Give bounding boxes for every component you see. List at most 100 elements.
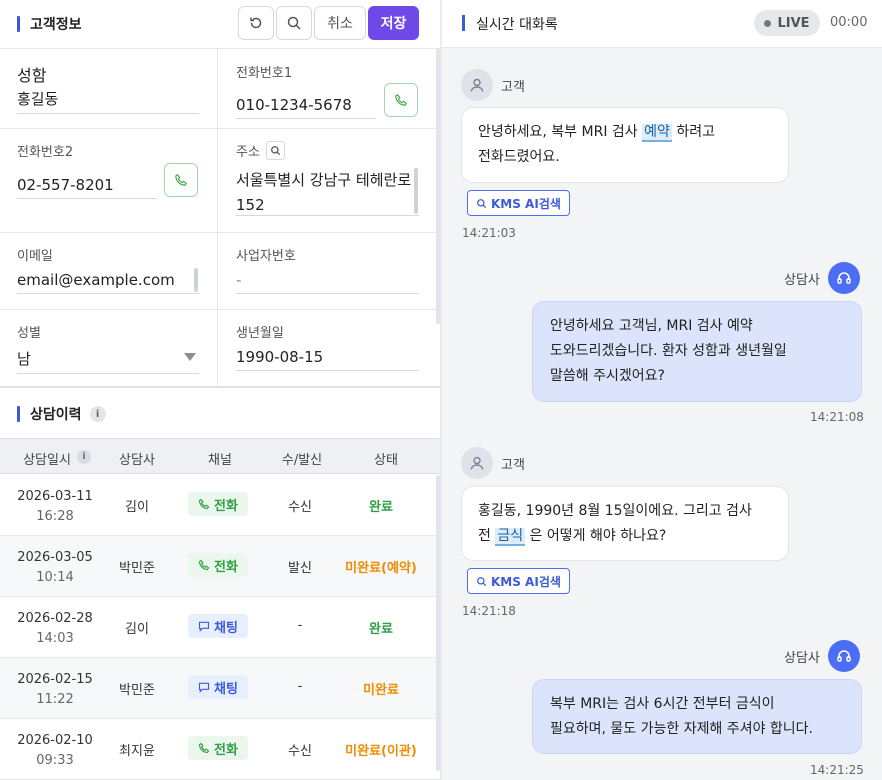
customer-sender: 고객 xyxy=(461,69,525,101)
agent-message: 안녕하세요 고객님, MRI 검사 예약 도와드리겠습니다. 환자 성함과 생년… xyxy=(532,301,862,402)
cancel-button[interactable]: 취소 xyxy=(314,6,366,40)
user-icon xyxy=(461,69,493,101)
col-agent: 상담사 xyxy=(119,453,155,468)
reset-button[interactable] xyxy=(238,6,274,40)
sender-name: 고객 xyxy=(501,79,525,95)
info-icon[interactable]: i xyxy=(89,406,106,422)
message-text: 전화드렸어요. xyxy=(478,149,560,165)
search-icon xyxy=(271,146,281,156)
history-table-header: 상담일시 i 상담사 채널 수/발신 상태 xyxy=(0,438,440,474)
gender-value: 남 xyxy=(17,350,31,368)
gender-select[interactable]: 남 xyxy=(17,348,199,374)
address-scrollbar[interactable] xyxy=(414,168,418,214)
channel-label: 채팅 xyxy=(214,681,238,697)
col-channel: 채널 xyxy=(208,453,232,468)
row-date: 2026-02-15 xyxy=(17,672,93,687)
phone-icon xyxy=(198,742,210,754)
email-scrollbar[interactable] xyxy=(194,268,198,292)
message-timestamp: 14:21:25 xyxy=(810,763,864,777)
search-icon xyxy=(477,576,487,586)
phone-icon xyxy=(198,559,210,571)
section-marker xyxy=(17,406,20,422)
bizno-field[interactable]: - xyxy=(236,271,419,294)
channel-label: 전화 xyxy=(214,742,238,758)
channel-badge: 전화 xyxy=(188,736,248,760)
table-row[interactable]: 2026-03-05 10:14 박민준 전화 발신 미완료(예약) xyxy=(0,536,440,597)
kms-search-button[interactable]: KMS AI검색 xyxy=(467,190,570,216)
live-label: LIVE xyxy=(777,15,810,31)
chevron-down-icon xyxy=(184,353,196,361)
channel-badge: 전화 xyxy=(188,553,248,577)
message-text: 안녕하세요 고객님, MRI 검사 예약 xyxy=(550,318,753,334)
row-direction: - xyxy=(297,618,303,633)
message-timestamp: 14:21:18 xyxy=(462,604,516,618)
phone1-label: 전화번호1 xyxy=(236,66,293,81)
name-field[interactable]: 홍길동 xyxy=(17,88,199,114)
live-badge: LIVE xyxy=(754,10,820,36)
phone-icon xyxy=(198,498,210,510)
row-time: 16:28 xyxy=(36,509,74,524)
section-divider xyxy=(0,386,440,388)
kms-search-button[interactable]: KMS AI검색 xyxy=(467,568,570,594)
message-text: 전 xyxy=(478,528,496,544)
bizno-label: 사업자번호 xyxy=(236,249,296,264)
keyword-highlight[interactable]: 예약 xyxy=(642,124,672,142)
table-row[interactable]: 2026-02-10 09:33 최지윤 전화 수신 미완료(이관) xyxy=(0,719,440,780)
transcript-header: 실시간 대화록 LIVE 00:00 xyxy=(442,0,882,48)
email-field[interactable]: email@example.com xyxy=(17,271,199,294)
phone2-field[interactable]: 02-557-8201 xyxy=(17,176,157,199)
table-row[interactable]: 2026-03-11 16:28 김이 전화 수신 완료 xyxy=(0,475,440,536)
call-phone1-button[interactable] xyxy=(384,83,418,117)
search-button[interactable] xyxy=(276,6,312,40)
col-date: 상담일시 xyxy=(23,453,71,468)
address-field[interactable]: 서울특별시 강남구 테헤란로 152 xyxy=(236,168,419,216)
info-icon[interactable]: i xyxy=(77,450,91,464)
channel-label: 전화 xyxy=(214,559,238,575)
row-agent: 박민준 xyxy=(119,561,155,576)
customer-sender: 고객 xyxy=(461,447,525,479)
message-text: 은 어떻게 해야 하나요? xyxy=(525,528,667,544)
message-text: 말씀해 주시겠어요? xyxy=(550,368,665,384)
message-timestamp: 14:21:08 xyxy=(810,410,864,424)
sender-name: 고객 xyxy=(501,457,525,473)
history-scrollbar[interactable] xyxy=(436,475,440,771)
row-direction: - xyxy=(297,679,303,694)
birth-field[interactable]: 1990-08-15 xyxy=(236,348,419,371)
phone1-field[interactable]: 010-1234-5678 xyxy=(236,96,376,119)
status-label: 미완료(이관) xyxy=(345,744,417,759)
row-agent: 최지윤 xyxy=(119,744,155,759)
row-direction: 수신 xyxy=(288,500,312,515)
status-label: 미완료(예약) xyxy=(345,561,417,576)
save-button[interactable]: 저장 xyxy=(368,6,419,40)
row-direction: 수신 xyxy=(288,744,312,759)
call-phone2-button[interactable] xyxy=(164,163,198,197)
table-row[interactable]: 2026-02-28 14:03 김이 채팅 - 완료 xyxy=(0,597,440,658)
agent-sender: 상담사 xyxy=(784,262,860,294)
status-label: 완료 xyxy=(369,622,393,637)
phone2-label: 전화번호2 xyxy=(17,145,74,160)
keyword-highlight[interactable]: 금식 xyxy=(495,528,526,546)
row-agent: 박민준 xyxy=(119,683,155,698)
agent-sender: 상담사 xyxy=(784,640,860,672)
row-agent: 김이 xyxy=(125,622,149,637)
row-date: 2026-02-28 xyxy=(17,611,93,626)
section-marker xyxy=(462,15,465,31)
kms-label: KMS AI검색 xyxy=(491,574,561,589)
section-marker xyxy=(17,16,20,32)
transcript-title: 실시간 대화록 xyxy=(476,17,558,33)
channel-label: 전화 xyxy=(214,498,238,514)
live-dot-icon xyxy=(764,19,772,27)
history-title: 상담이력 xyxy=(30,407,82,423)
row-agent: 김이 xyxy=(125,500,149,515)
col-status: 상태 xyxy=(374,453,398,468)
channel-label: 채팅 xyxy=(214,620,238,636)
history-header: 상담이력 i xyxy=(0,390,440,438)
table-row[interactable]: 2026-02-15 11:22 박민준 채팅 - 미완료 xyxy=(0,658,440,719)
chat-icon xyxy=(198,682,210,693)
customer-scrollbar[interactable] xyxy=(436,48,440,324)
kms-label: KMS AI검색 xyxy=(491,196,561,211)
channel-badge: 전화 xyxy=(188,492,248,516)
email-label: 이메일 xyxy=(17,249,53,264)
row-time: 09:33 xyxy=(36,753,74,768)
address-search-button[interactable] xyxy=(266,141,285,160)
